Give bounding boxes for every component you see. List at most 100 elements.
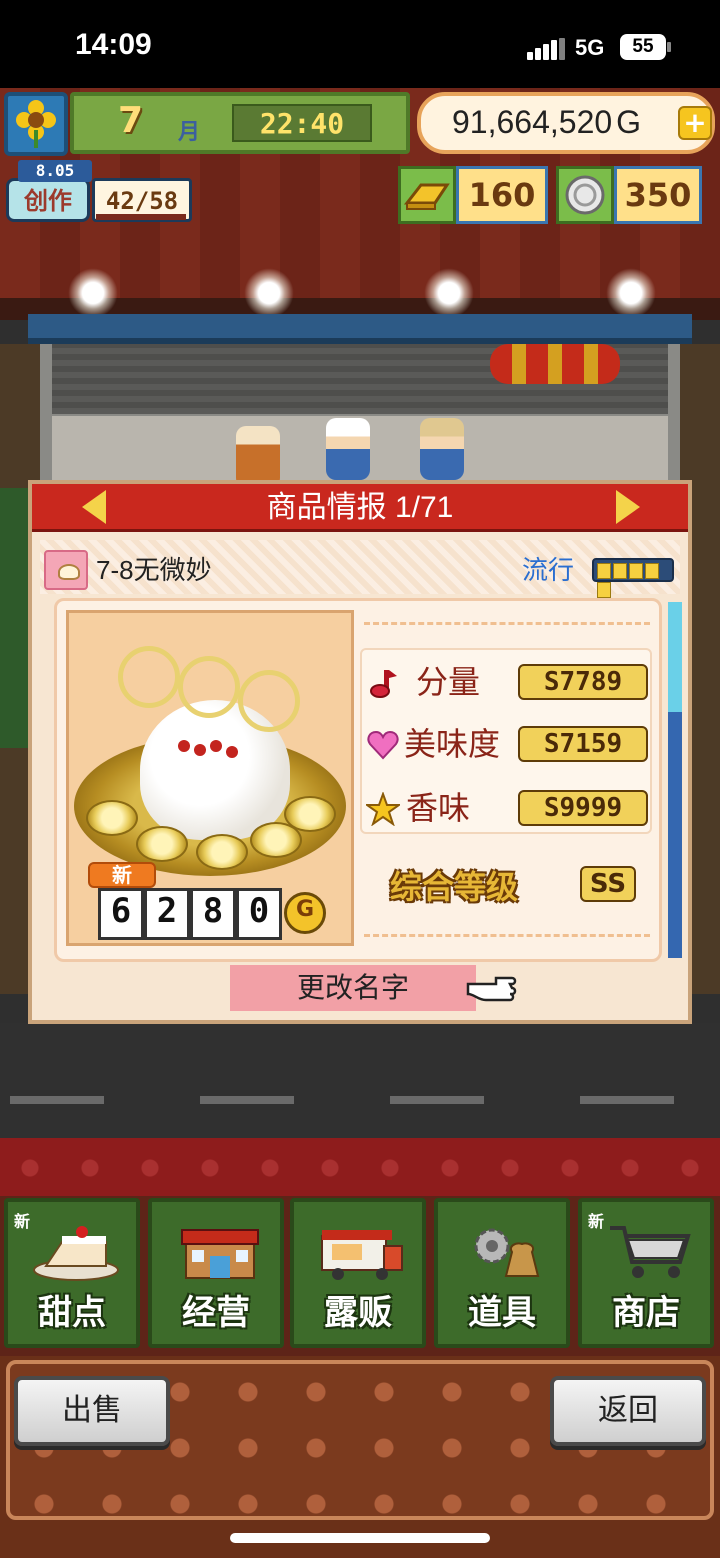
berry <box>210 740 222 752</box>
money-amount: 91,664,520 G <box>452 104 641 141</box>
trend-pip <box>597 582 611 598</box>
dessert-category-icon <box>44 550 88 590</box>
road-line <box>390 1096 484 1104</box>
money-unit: G <box>616 104 642 140</box>
lantern-decoration <box>490 344 620 384</box>
sunflower-icon[interactable] <box>4 92 68 156</box>
candy-ring <box>238 670 300 732</box>
berry <box>194 744 206 756</box>
nav-store[interactable]: 新 商店 <box>578 1198 714 1348</box>
candy-ring <box>178 656 240 718</box>
berry <box>178 740 190 752</box>
chef-character <box>236 426 280 488</box>
game-clock: 22:40 <box>232 104 372 142</box>
home-indicator[interactable] <box>230 1533 490 1543</box>
product-name: 7-8无微妙 <box>96 555 212 585</box>
banana-slice <box>284 796 336 832</box>
divider <box>364 622 650 625</box>
banana-slice <box>196 834 248 870</box>
price-digit: 6 <box>98 888 144 940</box>
stat-value: S9999 <box>518 790 648 826</box>
month-unit: 月 <box>178 120 201 145</box>
nav-label: 甜点 <box>38 1293 106 1333</box>
month-number: 7 <box>118 100 144 141</box>
medal-count: 350 <box>614 166 702 224</box>
tree <box>0 488 30 748</box>
price-digit: 2 <box>144 888 190 940</box>
create-progress-bar <box>96 214 186 220</box>
overall-rank-value: SS <box>580 866 636 902</box>
trend-label: 流行 <box>522 555 575 585</box>
banana-slice <box>86 800 138 836</box>
nav-new-badge: 新 <box>14 1212 31 1231</box>
berry <box>226 746 238 758</box>
battery-tip <box>667 42 671 52</box>
nav-label: 商店 <box>612 1293 680 1333</box>
status-time: 14:09 <box>75 28 152 61</box>
battery-icon: 55 <box>620 34 666 60</box>
cake-icon <box>32 1222 120 1282</box>
signal-icon <box>527 38 565 60</box>
network-label: 5G <box>575 35 605 60</box>
rename-button[interactable]: 更改名字 <box>230 965 476 1011</box>
road-line <box>580 1096 674 1104</box>
banana-slice <box>136 826 188 862</box>
road-line <box>10 1096 104 1104</box>
red-band-pattern <box>0 1150 720 1186</box>
trend-pip <box>645 563 659 579</box>
nav-dessert[interactable]: 新 甜点 <box>4 1198 140 1348</box>
lamp-light <box>68 268 118 318</box>
pointing-hand-icon <box>466 972 518 1006</box>
hud: 7 月 22:40 91,664,520 G + 创作 8.05 42/58 16… <box>0 88 720 238</box>
stat-label: 分量 <box>416 664 481 700</box>
nav-label: 道具 <box>468 1293 536 1333</box>
divider <box>364 934 650 937</box>
price-digit: 0 <box>236 888 282 940</box>
food-truck-icon <box>318 1222 406 1282</box>
nav-new-badge: 新 <box>588 1212 605 1231</box>
stat-value: S7159 <box>518 726 648 762</box>
cart-icon <box>606 1222 694 1282</box>
music-note-icon <box>366 666 400 700</box>
trend-pip <box>629 563 643 579</box>
price-display: 6 2 8 0 G <box>98 888 326 940</box>
chef-character <box>420 418 464 480</box>
create-label[interactable]: 创作 <box>6 178 90 222</box>
gold-bar-count: 160 <box>456 166 548 224</box>
trend-pip <box>597 563 611 579</box>
shop-icon <box>176 1222 264 1282</box>
previous-arrow-icon[interactable] <box>82 490 106 524</box>
trend-meter <box>592 558 674 598</box>
lamp-light <box>424 268 474 318</box>
star-icon <box>363 791 403 827</box>
add-money-button[interactable]: + <box>678 106 712 140</box>
gold-bar-icon <box>398 166 456 224</box>
shop-awning <box>28 314 692 344</box>
sell-button[interactable]: 出售 <box>14 1376 170 1446</box>
price-digit: 8 <box>190 888 236 940</box>
dialog-title: 商品情报 1/71 <box>266 491 454 524</box>
nav-management[interactable]: 经营 <box>148 1198 284 1348</box>
road-line <box>200 1096 294 1104</box>
stat-label: 美味度 <box>404 726 501 762</box>
trend-pip <box>613 563 627 579</box>
back-button[interactable]: 返回 <box>550 1376 706 1446</box>
g-coin-icon: G <box>284 892 326 934</box>
medal-icon <box>556 166 614 224</box>
chef-character <box>326 418 370 480</box>
items-icon <box>462 1222 550 1282</box>
nav-label: 露贩 <box>324 1293 392 1333</box>
create-date: 8.05 <box>18 160 92 182</box>
stat-value: S7789 <box>518 664 648 700</box>
new-badge: 新 <box>88 862 156 888</box>
next-arrow-icon[interactable] <box>616 490 640 524</box>
stat-label: 香味 <box>406 790 471 826</box>
nav-label: 经营 <box>182 1293 250 1333</box>
nav-street-stall[interactable]: 露贩 <box>290 1198 426 1348</box>
candy-ring <box>118 646 180 708</box>
nav-items[interactable]: 道具 <box>434 1198 570 1348</box>
overall-rank-label: 综合等级 <box>390 868 519 906</box>
road <box>0 1023 720 1138</box>
heart-icon <box>366 728 400 762</box>
scrollbar-thumb[interactable] <box>668 602 682 712</box>
